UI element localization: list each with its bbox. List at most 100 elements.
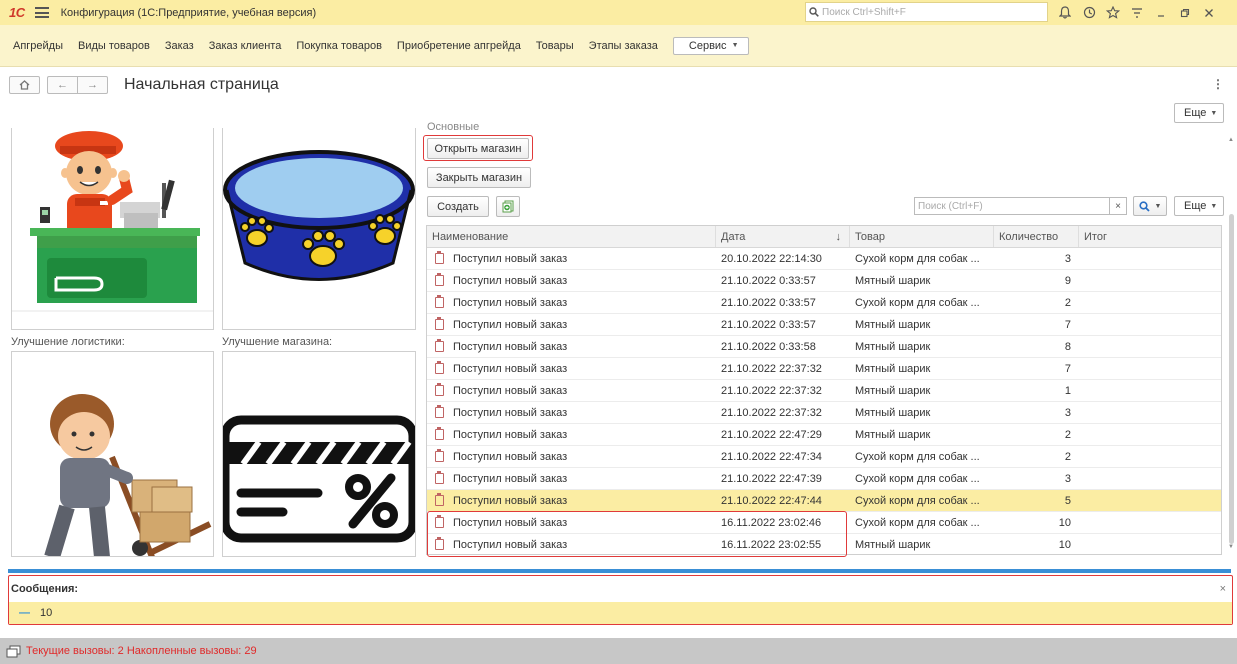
cell-date: 21.10.2022 22:37:32 [716,358,850,379]
section-order[interactable]: Заказ [165,40,194,52]
cell-item-text: Сухой корм для собак ... [855,516,980,529]
cell-name-text: Поступил новый заказ [453,274,568,287]
cell-date: 21.10.2022 22:47:39 [716,468,850,489]
cell-date-text: 21.10.2022 22:47:34 [721,450,822,463]
minimize-icon[interactable] [1149,3,1173,22]
main-menu-icon[interactable] [34,7,49,18]
scroll-thumb[interactable] [1229,214,1234,544]
cell-item-text: Мятный шарик [855,362,931,375]
sections-panel: Апгрейды Виды товаров Заказ Заказ клиент… [0,25,1237,67]
back-button[interactable]: ← [47,76,77,94]
section-product-types[interactable]: Виды товаров [78,40,150,52]
status-calls-text[interactable]: Текущие вызовы: 2 Накопленные вызовы: 29 [26,645,257,657]
table-row[interactable]: Поступил новый заказ 20.10.2022 22:14:30 С… [427,248,1221,270]
app-logo[interactable]: 1С [9,5,25,20]
copy-button[interactable] [496,196,520,217]
cell-total [1079,468,1221,489]
cell-qty: 2 [994,446,1079,467]
cell-qty: 10 [994,534,1079,554]
cell-name-text: Поступил новый заказ [453,252,568,265]
add-copy-icon [502,200,514,213]
section-upgrades[interactable]: Апгрейды [13,40,63,52]
table-row[interactable]: Поступил новый заказ 21.10.2022 22:37:32 М… [427,358,1221,380]
col-date-header[interactable]: Дата ↓ [716,226,850,247]
section-products[interactable]: Товары [536,40,574,52]
cell-qty: 2 [994,292,1079,313]
cell-name-text: Поступил новый заказ [453,296,568,309]
close-shop-button[interactable]: Закрыть магазин [427,167,531,188]
close-icon[interactable] [1197,3,1221,22]
table-row[interactable]: Поступил новый заказ 21.10.2022 22:37:32 М… [427,402,1221,424]
table-row[interactable]: Поступил новый заказ 21.10.2022 22:47:44 С… [427,490,1221,512]
global-search-input[interactable]: Поиск Ctrl+Shift+F [805,2,1048,22]
create-button[interactable]: Создать [427,196,489,217]
cell-qty: 9 [994,270,1079,291]
star-icon[interactable] [1101,3,1125,22]
table-row[interactable]: Поступил новый заказ 21.10.2022 0:33:57 Су… [427,292,1221,314]
col-item-header[interactable]: Товар [850,226,994,247]
cell-date-text: 21.10.2022 0:33:57 [721,296,816,309]
cell-total [1079,314,1221,335]
table-row[interactable]: Поступил новый заказ 21.10.2022 22:37:32 М… [427,380,1221,402]
list-search-clear-button[interactable]: × [1109,197,1127,215]
orders-table[interactable]: Наименование Дата ↓ Товар Количество Итог… [426,225,1222,555]
col-total-header[interactable]: Итог [1079,226,1221,247]
cell-item-text: Сухой корм для собак ... [855,252,980,265]
cell-date-text: 21.10.2022 0:33:57 [721,318,816,331]
col-name-header[interactable]: Наименование [427,226,716,247]
section-order-stages[interactable]: Этапы заказа [589,40,658,52]
messages-divider[interactable] [8,569,1231,573]
cell-total [1079,402,1221,423]
bell-icon[interactable] [1053,3,1077,22]
cell-qty-text: 5 [1064,494,1071,507]
table-row[interactable]: Поступил новый заказ 21.10.2022 22:47:39 С… [427,468,1221,490]
list-more-button[interactable]: Еще ▼ [1174,196,1225,216]
logistics-upgrade-image[interactable] [11,351,214,557]
table-row[interactable]: Поступил новый заказ 21.10.2022 22:47:34 С… [427,446,1221,468]
cell-date-text: 21.10.2022 22:37:32 [721,362,822,375]
more-actions-icon[interactable]: ⋮ [1212,77,1224,91]
cell-date-text: 21.10.2022 22:47:44 [721,494,822,507]
cell-qty-text: 3 [1064,252,1071,265]
message-item[interactable]: — 10 [9,602,1232,624]
filter-icon[interactable] [1125,3,1149,22]
section-product-purchase[interactable]: Покупка товаров [296,40,382,52]
shop-upgrade-image[interactable] [222,351,416,557]
service-menu-button[interactable]: Сервис ▼ [672,36,749,55]
cell-date-text: 21.10.2022 0:33:57 [721,274,816,287]
table-row[interactable]: Поступил новый заказ 21.10.2022 22:47:29 М… [427,424,1221,446]
cell-qty-text: 9 [1064,274,1071,287]
cell-item: Сухой корм для собак ... [850,468,994,489]
home-button[interactable] [9,76,40,94]
forward-icon: → [87,79,98,91]
caption-shop: Улучшение магазина: [222,336,333,348]
messages-title: Сообщения: [11,583,79,595]
scroll-down-icon[interactable]: ▼ [1228,544,1234,550]
history-icon[interactable] [1077,3,1101,22]
restore-icon[interactable] [1173,3,1197,22]
page-more-label: Еще [1184,107,1207,119]
open-shop-highlight [423,135,533,161]
table-row[interactable]: Поступил новый заказ 21.10.2022 0:33:58 Мя… [427,336,1221,358]
search-button[interactable]: ▼ [1133,196,1167,216]
windows-icon[interactable] [6,645,21,658]
section-client-order[interactable]: Заказ клиента [209,40,282,52]
cell-qty-text: 7 [1064,362,1071,375]
scroll-up-icon[interactable]: ▲ [1228,137,1234,143]
cell-item: Мятный шарик [850,380,994,401]
cell-qty-text: 8 [1064,340,1071,353]
forward-button[interactable]: → [77,76,108,94]
title-bar: 1С Конфигурация (1С:Предприятие, учебная… [0,0,1237,25]
messages-close-icon[interactable]: × [1220,583,1226,595]
service-label: Сервис [688,39,727,52]
page-more-button[interactable]: Еще ▼ [1174,103,1225,123]
table-row[interactable]: Поступил новый заказ 21.10.2022 0:33:57 Мя… [427,314,1221,336]
cell-total [1079,446,1221,467]
section-upgrade-acquisition[interactable]: Приобретение апгрейда [397,40,521,52]
col-qty-header[interactable]: Количество [994,226,1079,247]
cell-date: 21.10.2022 22:47:29 [716,424,850,445]
document-icon [435,273,444,286]
list-search-input[interactable]: Поиск (Ctrl+F) [914,197,1110,215]
table-row[interactable]: Поступил новый заказ 21.10.2022 0:33:57 Мя… [427,270,1221,292]
cell-total [1079,534,1221,554]
